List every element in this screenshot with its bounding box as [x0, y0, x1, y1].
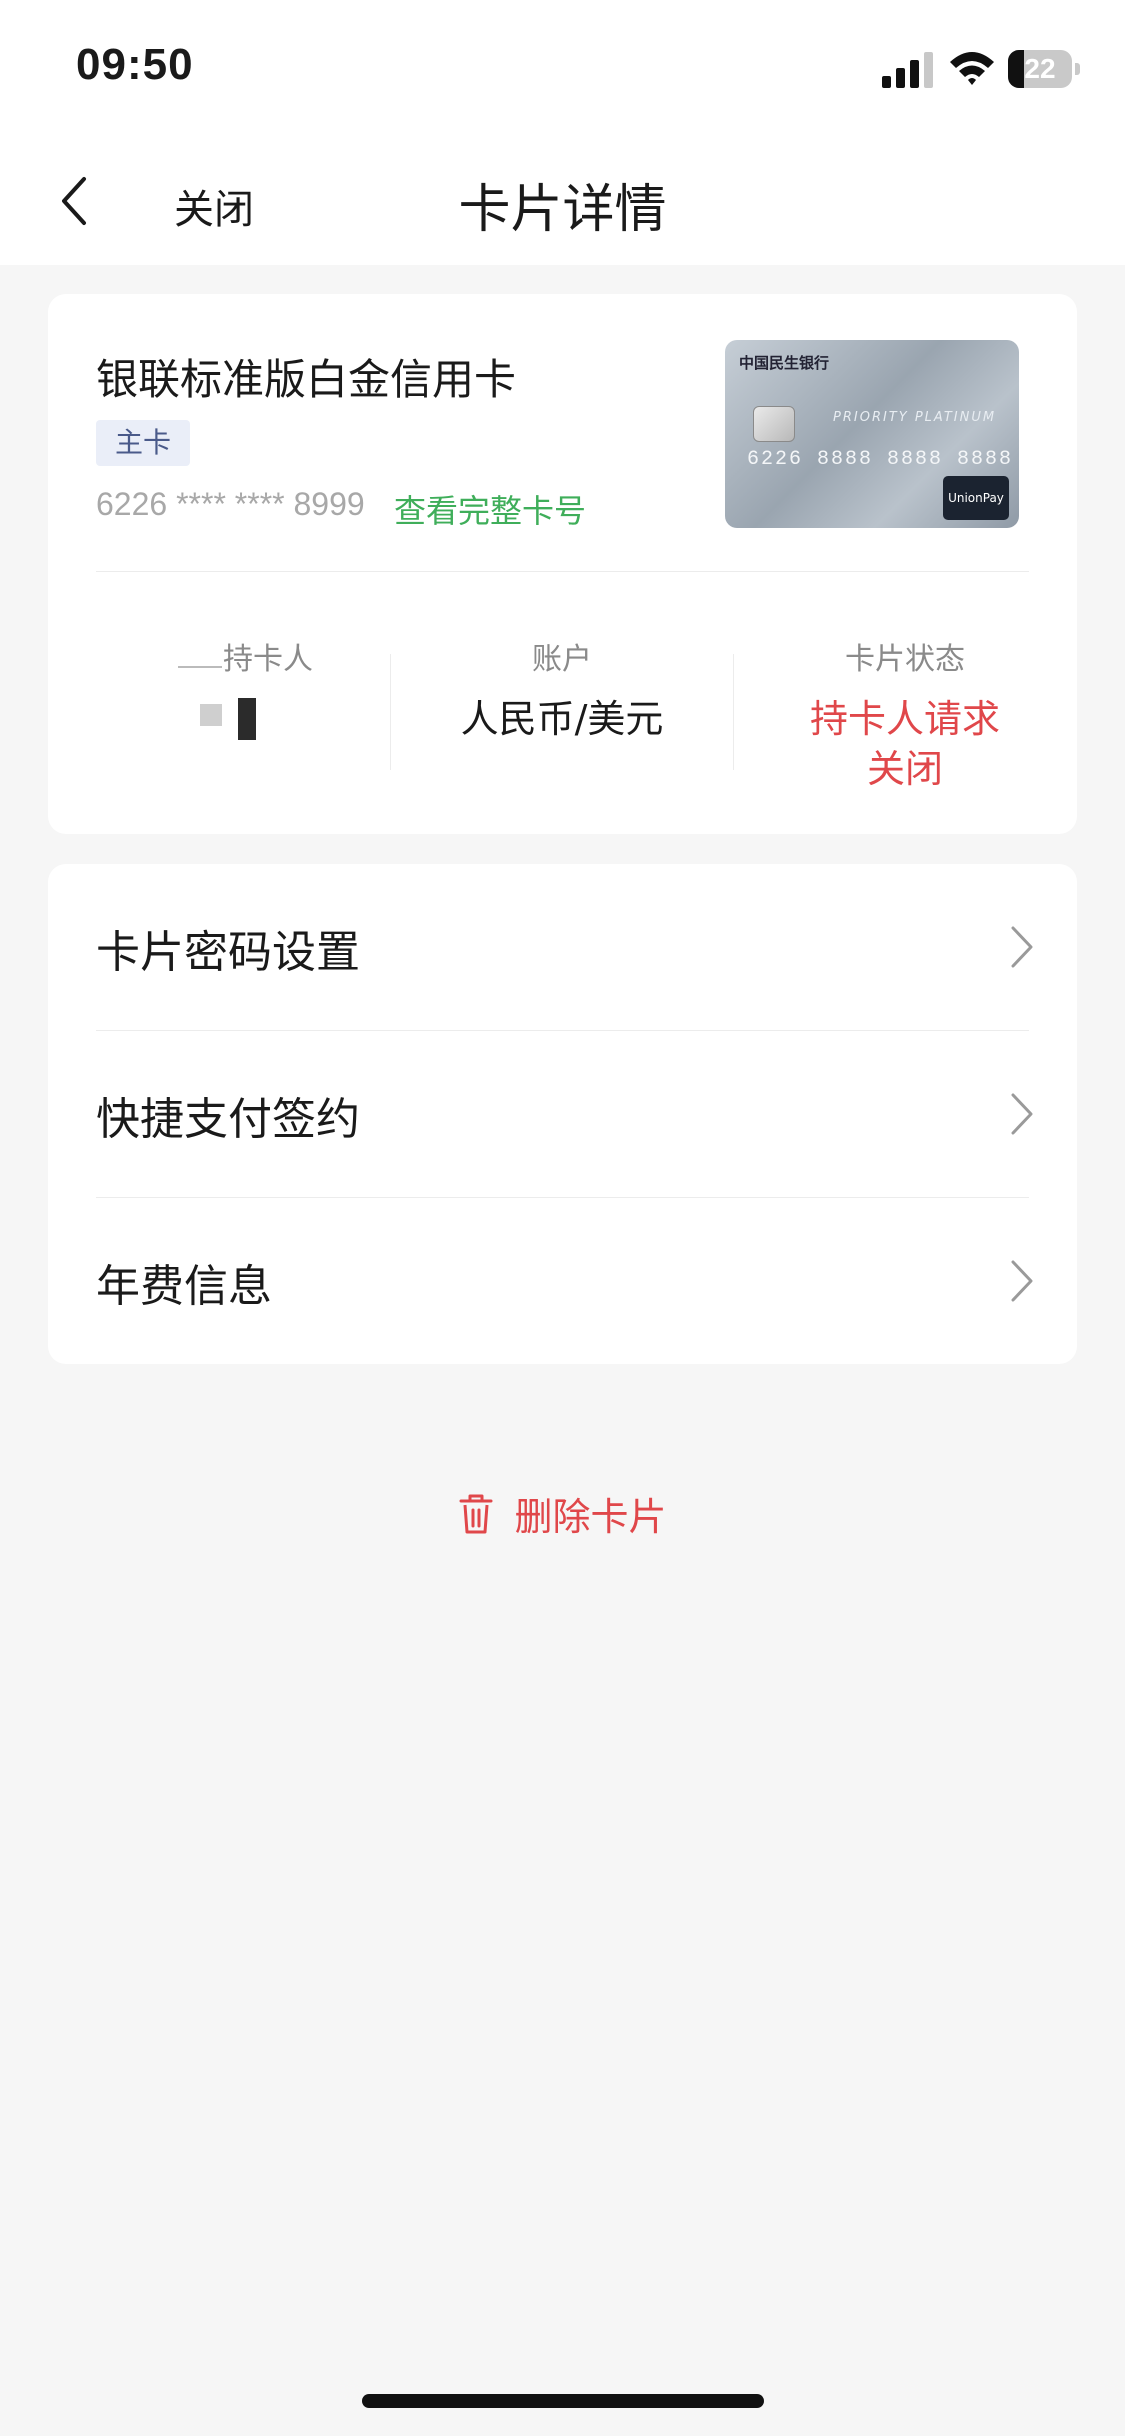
menu-item-quick-pay[interactable]: 快捷支付签约 [48, 1031, 1077, 1197]
holder-name-redacted [178, 666, 222, 668]
primary-card-badge: 主卡 [96, 420, 190, 466]
delete-card-row: 删除卡片 [0, 1486, 1125, 1541]
unionpay-logo: UnionPay 银联 [943, 476, 1009, 520]
status-bar: 09:50 22 [0, 0, 1125, 135]
status-info: 卡片状态 持卡人请求关闭 [755, 634, 1055, 794]
view-full-number-link[interactable]: 查看完整卡号 [394, 486, 586, 532]
menu-item-label: 卡片密码设置 [96, 927, 360, 978]
chevron-right-icon [1011, 1093, 1033, 1135]
nav-bar: 关闭 卡片详情 [0, 135, 1125, 265]
chevron-right-icon [1011, 926, 1033, 968]
column-divider [733, 654, 734, 770]
status-time: 09:50 [76, 40, 194, 89]
status-value: 持卡人请求关闭 [809, 697, 1000, 791]
account-value: 人民币/美元 [460, 697, 664, 741]
battery-icon: 22 [1008, 50, 1080, 88]
settings-menu: 卡片密码设置 快捷支付签约 年费信息 [48, 864, 1077, 1364]
account-info: 账户 人民币/美元 [412, 634, 712, 744]
credit-card-image: 中国民生银行 PRIORITY PLATINUM 6226 8888 8888 … [725, 340, 1019, 528]
status-label: 卡片状态 [845, 642, 965, 677]
cellular-signal-icon [882, 52, 933, 88]
chevron-right-icon [1011, 1260, 1033, 1302]
card-bank-name: 中国民生银行 [739, 354, 830, 372]
menu-item-annual-fee[interactable]: 年费信息 [48, 1198, 1077, 1364]
holder-name-redacted [200, 704, 222, 726]
card-name: 银联标准版白金信用卡 [96, 355, 517, 404]
menu-item-label: 快捷支付签约 [96, 1094, 360, 1145]
holder-name-redacted [238, 698, 256, 740]
card-summary-panel: 银联标准版白金信用卡 主卡 6226 **** **** 8999 查看完整卡号… [48, 294, 1077, 834]
menu-item-card-password[interactable]: 卡片密码设置 [48, 864, 1077, 1030]
holder-info: 持卡人 [118, 634, 418, 678]
trash-icon [459, 1494, 493, 1533]
menu-item-label: 年费信息 [96, 1261, 272, 1312]
delete-card-label: 删除卡片 [514, 1495, 667, 1539]
card-face-number: 6226 8888 8888 8888 [747, 448, 1014, 471]
card-tier-text: PRIORITY PLATINUM [833, 410, 997, 425]
delete-card-button[interactable]: 删除卡片 [458, 1486, 667, 1541]
holder-label: 持卡人 [223, 642, 313, 677]
battery-percentage: 22 [1024, 53, 1056, 84]
account-label: 账户 [532, 642, 592, 677]
card-chip-icon [753, 406, 795, 442]
page-title: 卡片详情 [458, 180, 667, 240]
divider [96, 571, 1029, 572]
wifi-icon [950, 52, 994, 85]
column-divider [390, 654, 391, 770]
home-indicator [362, 2394, 764, 2408]
card-number-masked: 6226 **** **** 8999 [96, 486, 365, 522]
